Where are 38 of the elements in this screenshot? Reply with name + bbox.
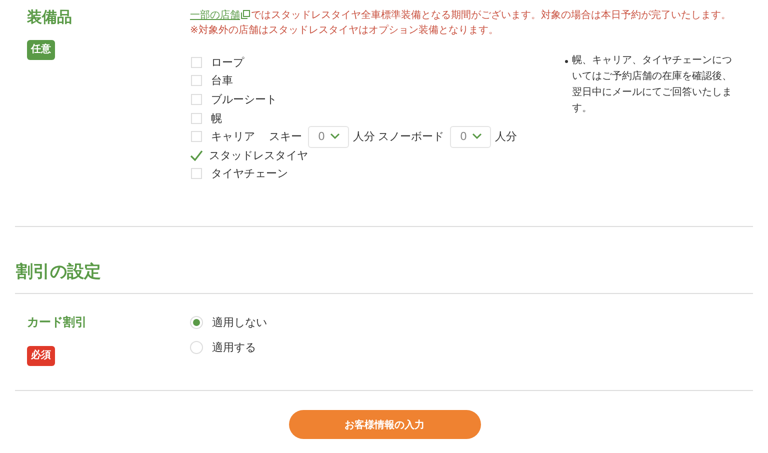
option-label: ロープ <box>211 54 244 70</box>
option-label: スタッドレスタイヤ <box>209 148 308 163</box>
radio-button[interactable] <box>190 316 203 330</box>
checkbox[interactable] <box>191 56 202 68</box>
section-heading: 割引の設定 <box>15 227 753 294</box>
option-label: 幌 <box>211 110 222 126</box>
unit-label: 人分 <box>495 129 517 144</box>
checkbox[interactable] <box>191 131 202 142</box>
radio-button[interactable] <box>190 341 203 354</box>
chevron-down-icon <box>472 133 482 140</box>
count-select[interactable]: 0 <box>308 126 349 148</box>
count-label: スキー <box>269 129 302 144</box>
bullet-icon <box>565 60 568 63</box>
notice-text: ※対象外の店舗はスタッドレスタイヤはオプション装備となります。 <box>190 24 500 38</box>
checkmark-icon[interactable] <box>190 150 203 161</box>
section-label: 装備品 <box>27 8 73 27</box>
radio-label: 適用しない <box>212 315 267 330</box>
external-window-icon <box>241 10 250 19</box>
note-text: 幌、キャリア、タイヤチェーンについてはご予約店舗の在庫を確認後、翌日中にメールにてご回答いたします。 <box>572 54 733 116</box>
count-label: スノーボード <box>378 129 444 144</box>
field-label: カード割引 <box>27 314 88 332</box>
required-badge: 必須 <box>27 346 55 366</box>
option-label: キャリア <box>211 129 255 144</box>
notice-text: 一部の店舗 ではスタッドレスタイヤ全車標準装備となる期間がございます。対象の場合は本日予約が完了いたします。 <box>190 8 732 23</box>
checkbox[interactable] <box>191 94 202 105</box>
option-label: タイヤチェーン <box>211 166 288 182</box>
option-label: ブルーシート <box>211 92 277 107</box>
checkbox[interactable] <box>191 75 202 86</box>
radio-label: 適用する <box>212 340 256 356</box>
option-label: 台車 <box>211 73 233 88</box>
chevron-down-icon <box>330 133 340 140</box>
optional-badge: 任意 <box>27 40 55 60</box>
store-link[interactable]: 一部の店舗 <box>190 10 240 21</box>
unit-label: 人分 <box>353 129 375 144</box>
checkbox[interactable] <box>191 168 202 180</box>
checkbox[interactable] <box>191 112 202 124</box>
customer-info-button[interactable]: お客様情報の入力 <box>288 410 480 440</box>
count-select[interactable]: 0 <box>450 126 491 148</box>
